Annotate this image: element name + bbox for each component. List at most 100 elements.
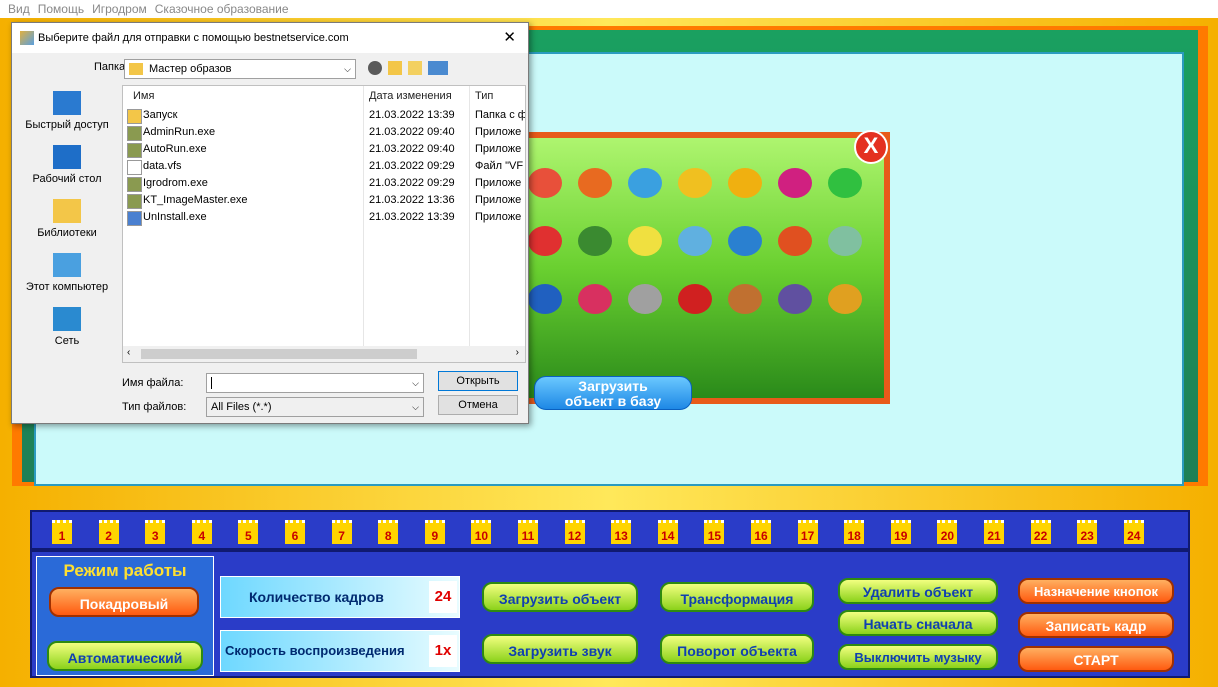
horizontal-scrollbar[interactable]: ‹ › [123, 346, 525, 362]
menu-item[interactable]: Сказочное образование [155, 0, 289, 18]
view-menu-icon[interactable] [428, 61, 448, 75]
file-type: Приложе [475, 143, 522, 155]
frame-4[interactable]: 4 [191, 520, 212, 544]
scroll-right-icon[interactable]: › [516, 347, 519, 358]
object-thumbnail[interactable] [528, 168, 562, 198]
frame-19[interactable]: 19 [890, 520, 911, 544]
file-row[interactable]: UnInstall.exe 21.03.2022 13:39 Приложе [123, 210, 525, 226]
object-thumbnail[interactable] [578, 168, 612, 198]
frame-20[interactable]: 20 [937, 520, 958, 544]
assign-buttons-button[interactable]: Назначение кнопок [1018, 578, 1174, 604]
object-thumbnail[interactable] [828, 284, 862, 314]
rotate-object-button[interactable]: Поворот объекта [660, 634, 814, 664]
object-thumbnail[interactable] [778, 168, 812, 198]
col-name-header[interactable]: Имя [133, 90, 154, 102]
delete-object-button[interactable]: Удалить объект [838, 578, 998, 604]
cancel-button[interactable]: Отмена [438, 395, 518, 415]
object-thumbnail[interactable] [528, 226, 562, 256]
file-row[interactable]: Запуск 21.03.2022 13:39 Папка с ф [123, 108, 525, 124]
transform-button[interactable]: Трансформация [660, 582, 814, 612]
frame-24[interactable]: 24 [1123, 520, 1144, 544]
place-item[interactable]: Сеть [16, 307, 118, 347]
frame-1[interactable]: 1 [52, 520, 72, 544]
filename-input[interactable]: ⌵ [206, 373, 424, 393]
close-icon[interactable]: X [854, 130, 888, 164]
close-icon[interactable]: ✕ [503, 23, 516, 53]
object-thumbnail[interactable] [728, 226, 762, 256]
frame-17[interactable]: 17 [797, 520, 818, 544]
place-item[interactable]: Библиотеки [16, 199, 118, 239]
place-item[interactable]: Быстрый доступ [16, 91, 118, 131]
frame-23[interactable]: 23 [1077, 520, 1098, 544]
place-item[interactable]: Рабочий стол [16, 145, 118, 185]
app-icon [127, 177, 142, 192]
object-thumbnail[interactable] [828, 226, 862, 256]
scroll-thumb[interactable] [141, 349, 417, 359]
start-button[interactable]: СТАРТ [1018, 646, 1174, 672]
frame-18[interactable]: 18 [844, 520, 865, 544]
up-folder-icon[interactable] [388, 61, 402, 75]
frame-13[interactable]: 13 [611, 520, 632, 544]
menu-item[interactable]: Помощь [38, 0, 84, 18]
frame-12[interactable]: 12 [564, 520, 585, 544]
frame-6[interactable]: 6 [285, 520, 305, 544]
frame-2[interactable]: 2 [98, 520, 119, 544]
mute-music-button[interactable]: Выключить музыку [838, 644, 998, 670]
frame-3[interactable]: 3 [145, 520, 166, 544]
frame-count-value[interactable]: 24 [429, 581, 457, 613]
frame-8[interactable]: 8 [378, 520, 399, 544]
object-thumbnail[interactable] [578, 226, 612, 256]
load-object-button[interactable]: Загрузить объект [482, 582, 638, 612]
col-date-header[interactable]: Дата изменения [369, 90, 452, 102]
place-item[interactable]: Этот компьютер [16, 253, 118, 293]
scroll-left-icon[interactable]: ‹ [127, 347, 130, 358]
frame-22[interactable]: 22 [1030, 520, 1051, 544]
file-list[interactable]: Имя Дата изменения Тип Запуск 21.03.2022 … [122, 85, 526, 363]
object-thumbnail[interactable] [728, 284, 762, 314]
load-object-to-db-button[interactable]: Загрузить объект в базу [534, 376, 692, 410]
back-icon[interactable] [368, 61, 382, 75]
object-thumbnail[interactable] [828, 168, 862, 198]
file-row[interactable]: KT_ImageMaster.exe 21.03.2022 13:36 Прилож… [123, 193, 525, 209]
menu-item[interactable]: Игродром [92, 0, 147, 18]
mode-auto-button[interactable]: Автоматический [47, 641, 203, 671]
object-thumbnail[interactable] [728, 168, 762, 198]
frame-11[interactable]: 11 [518, 520, 538, 544]
object-thumbnail[interactable] [628, 226, 662, 256]
frame-21[interactable]: 21 [984, 520, 1004, 544]
frame-10[interactable]: 10 [471, 520, 492, 544]
frame-count-label: Количество кадров [249, 589, 384, 605]
record-frame-button[interactable]: Записать кадр [1018, 612, 1174, 638]
frame-14[interactable]: 14 [657, 520, 678, 544]
object-thumbnail[interactable] [578, 284, 612, 314]
object-thumbnail[interactable] [678, 168, 712, 198]
file-row[interactable]: data.vfs 21.03.2022 09:29 Файл "VF [123, 159, 525, 175]
filetype-select[interactable]: All Files (*.*) ⌵ [206, 397, 424, 417]
new-folder-icon[interactable] [408, 61, 422, 75]
mode-frame-button[interactable]: Покадровый [49, 587, 199, 617]
folder-select[interactable]: Мастер образов ⌵ [124, 59, 356, 79]
col-type-header[interactable]: Тип [475, 90, 493, 102]
frame-15[interactable]: 15 [704, 520, 725, 544]
object-thumbnail[interactable] [628, 284, 662, 314]
open-button[interactable]: Открыть [438, 371, 518, 391]
frame-7[interactable]: 7 [331, 520, 352, 544]
object-thumbnail[interactable] [678, 226, 712, 256]
load-sound-button[interactable]: Загрузить звук [482, 634, 638, 664]
object-thumbnail[interactable] [528, 284, 562, 314]
frame-16[interactable]: 16 [751, 520, 771, 544]
restart-button[interactable]: Начать сначала [838, 610, 998, 636]
object-thumbnail[interactable] [628, 168, 662, 198]
speed-value[interactable]: 1x [429, 635, 457, 667]
file-row[interactable]: Igrodrom.exe 21.03.2022 09:29 Приложе [123, 176, 525, 192]
object-thumbnail[interactable] [678, 284, 712, 314]
frame-5[interactable]: 5 [238, 520, 259, 544]
file-row[interactable]: AutoRun.exe 21.03.2022 09:40 Приложе [123, 142, 525, 158]
object-thumbnail[interactable] [778, 284, 812, 314]
object-thumbnail[interactable] [778, 226, 812, 256]
menu-item[interactable]: Вид [8, 0, 30, 18]
place-label: Быстрый доступ [25, 119, 109, 131]
file-name: Запуск [143, 109, 178, 121]
frame-9[interactable]: 9 [424, 520, 445, 544]
file-row[interactable]: AdminRun.exe 21.03.2022 09:40 Приложе [123, 125, 525, 141]
